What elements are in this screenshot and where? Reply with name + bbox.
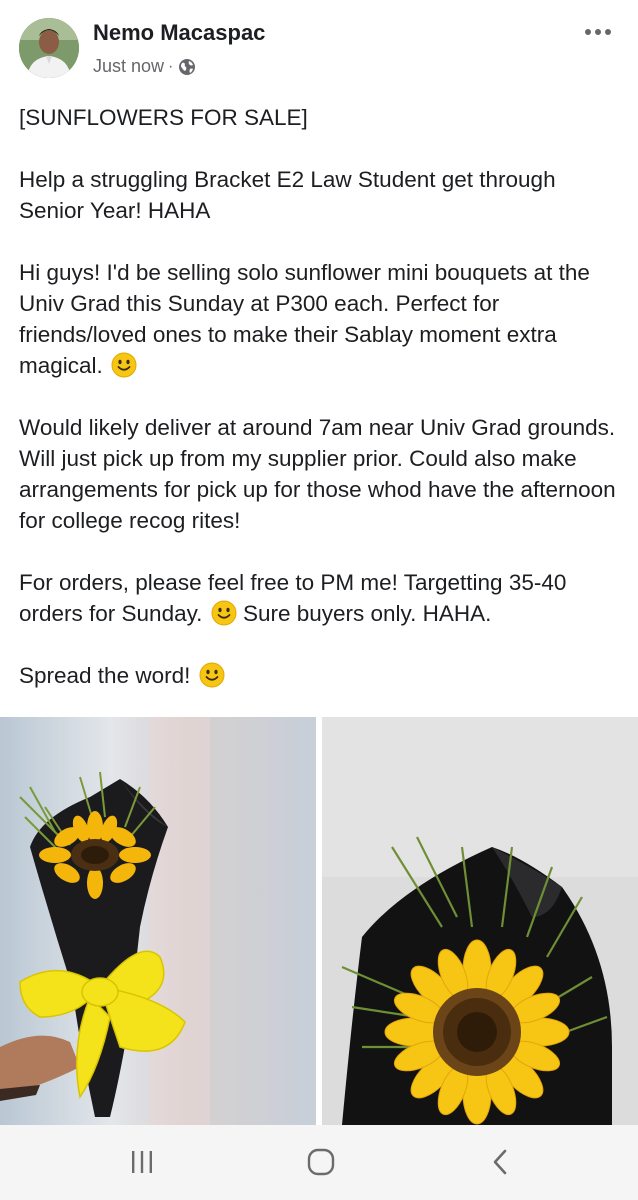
paragraph-text: Hi guys! I'd be selling solo sunflower m… [19,260,597,378]
post-meta: Just now · [93,56,196,77]
facebook-post: Nemo Macaspac Just now · [SUNFLOWERS FOR… [0,0,638,1200]
smiley-emoji-icon [111,352,137,378]
post-paragraph: Help a struggling Bracket E2 Law Student… [19,164,624,226]
post-paragraph: Spread the word! [19,660,624,691]
paragraph-text: [SUNFLOWERS FOR SALE] [19,105,308,130]
home-button[interactable] [291,1137,351,1187]
globe-icon[interactable] [178,58,196,76]
post-paragraph: For orders, please feel free to PM me! T… [19,567,624,629]
post-text: [SUNFLOWERS FOR SALE] Help a struggling … [19,102,624,722]
back-icon [493,1149,507,1175]
post-header: Nemo Macaspac Just now · [0,0,638,100]
post-paragraph: Hi guys! I'd be selling solo sunflower m… [19,257,624,381]
sunflower-bouquet-closeup-image [322,717,638,1125]
smiley-emoji-icon [199,662,225,688]
post-photo-2[interactable] [322,717,638,1125]
sunflower-bouquet-ribbon-image [0,717,316,1125]
author-name[interactable]: Nemo Macaspac [93,20,265,46]
paragraph-text: Help a struggling Bracket E2 Law Student… [19,167,562,223]
more-options-icon [585,29,611,35]
home-icon [307,1148,335,1176]
recent-apps-button[interactable] [112,1137,172,1187]
paragraph-text: Spread the word! [19,663,191,688]
system-navigation-bar [0,1125,638,1200]
meta-separator: · [168,57,174,75]
avatar-image [19,18,79,78]
smiley-emoji-icon [211,600,237,626]
post-paragraph: [SUNFLOWERS FOR SALE] [19,102,624,133]
author-avatar[interactable] [19,18,79,78]
back-button[interactable] [470,1137,530,1187]
recent-apps-icon [132,1151,152,1173]
post-photo-1[interactable] [0,717,316,1125]
paragraph-text: Would likely deliver at around 7am near … [19,415,622,533]
post-paragraph: Would likely deliver at around 7am near … [19,412,624,536]
more-options-button[interactable] [578,20,618,44]
post-timestamp[interactable]: Just now [93,56,164,77]
paragraph-text: Sure buyers only. HAHA. [242,601,492,626]
